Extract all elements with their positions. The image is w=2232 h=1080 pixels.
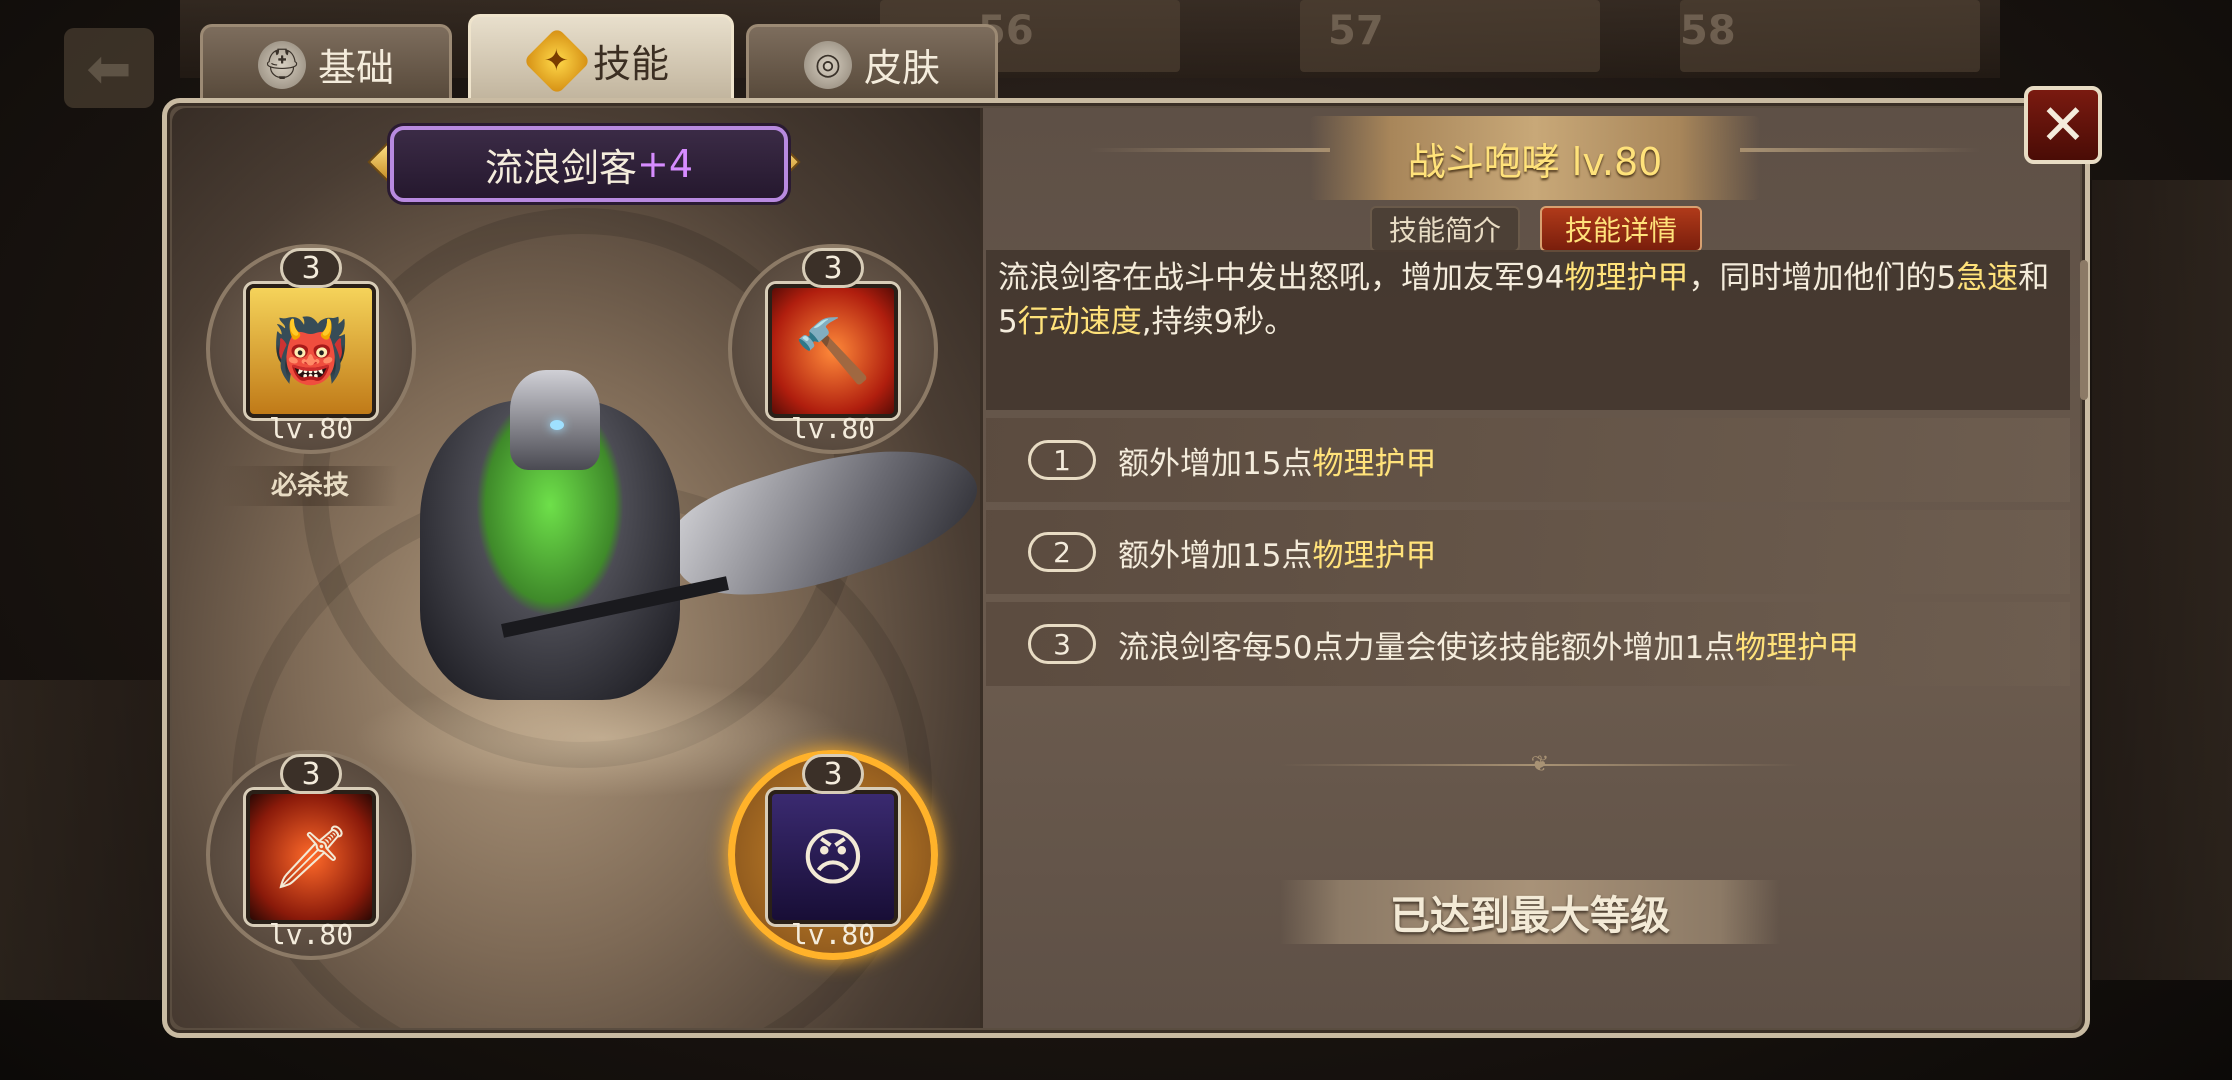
mask-icon: ◎: [803, 40, 852, 89]
ultimate-tag: 必杀技: [222, 466, 398, 506]
tab-skills-label: 技能: [592, 42, 669, 86]
skill-rank-badge: 3: [280, 248, 342, 288]
hero-name-plate: 流浪剑客 +4: [390, 126, 788, 202]
orc-warrior-portrait-icon: 👹: [246, 284, 376, 418]
skill-description: 流浪剑客在战斗中发出怒吼，增加友军94物理护甲，同时增加他们的5急速和5行动速度…: [986, 250, 2070, 410]
upgrade-highlight: 物理护甲: [1735, 629, 1860, 666]
skill-level: lv.80: [268, 412, 354, 445]
upgrade-highlight: 物理护甲: [1312, 445, 1437, 482]
hero-eye: [550, 420, 564, 430]
tab-skills[interactable]: ✦ 技能: [468, 14, 734, 104]
desc-text: ，同时增加他们的5: [1688, 260, 1957, 296]
skill-emblem-icon: ✦: [523, 26, 591, 95]
shouting-warrior-portrait-icon: 😠: [768, 790, 898, 924]
title-flourish: [1090, 148, 1330, 152]
upgrade-highlight: 物理护甲: [1312, 537, 1437, 574]
upgrade-row: 2 额外增加15点 物理护甲: [986, 510, 2070, 594]
skill-title: 战斗咆哮 lv.80: [1310, 116, 1760, 200]
desc-text: 流浪剑客在战斗中发出怒吼，增加友军94: [998, 260, 1565, 296]
background-card-number: 58: [1680, 8, 1736, 54]
upgrade-text: 额外增加15点: [1118, 537, 1313, 574]
tab-skill-detail[interactable]: 技能详情: [1540, 206, 1702, 252]
skill-slot-1[interactable]: 👹 3 lv.80: [206, 244, 416, 454]
skill-level: lv.80: [790, 412, 876, 445]
desc-highlight: 物理护甲: [1564, 260, 1689, 296]
tab-skins-label: 皮肤: [863, 46, 940, 90]
description-scrollbar[interactable]: [2080, 260, 2088, 400]
upgrade-text: 额外增加15点: [1118, 445, 1313, 482]
upgrade-number-badge: 3: [1028, 624, 1096, 664]
skill-slot-3[interactable]: 🗡 3 lv.80: [206, 750, 416, 960]
background-card-number: 57: [1328, 8, 1384, 54]
skill-rank-badge: 3: [802, 248, 864, 288]
skill-rank-badge: 3: [280, 754, 342, 794]
max-level-banner: 已达到最大等级: [1280, 880, 1780, 944]
skill-level: lv.80: [268, 918, 354, 951]
tab-skill-intro[interactable]: 技能简介: [1370, 206, 1520, 252]
skill-slot-4[interactable]: 😠 3 lv.80: [728, 750, 938, 960]
skill-slot-2[interactable]: 🔨 3 lv.80: [728, 244, 938, 454]
back-arrow-icon: ⬅: [64, 28, 154, 108]
desc-text: ,持续9秒。: [1141, 304, 1296, 340]
flame-blade-icon: 🗡: [246, 790, 376, 924]
skill-level: lv.80: [790, 918, 876, 951]
ornament-icon: ❦: [1530, 752, 1550, 777]
helmet-icon: ⛑: [257, 40, 306, 89]
upgrade-number-badge: 2: [1028, 532, 1096, 572]
title-flourish: [1740, 148, 1980, 152]
upgrade-number-badge: 1: [1028, 440, 1096, 480]
close-icon: ✕: [2039, 92, 2087, 158]
background-side-panel: [0, 680, 170, 1000]
desc-highlight: 行动速度: [1017, 304, 1142, 340]
upgrade-row: 3 流浪剑客每50点力量会使该技能额外增加1点 物理护甲: [986, 602, 2070, 686]
desc-highlight: 急速: [1956, 260, 2019, 296]
upgrade-text: 流浪剑客每50点力量会使该技能额外增加1点: [1118, 629, 1736, 666]
hammer-icon: 🔨: [768, 284, 898, 418]
upgrade-row: 1 额外增加15点 物理护甲: [986, 418, 2070, 502]
tab-basic-label: 基础: [317, 46, 394, 90]
tab-skins[interactable]: ◎ 皮肤: [746, 24, 998, 102]
background-side-panel: [2092, 180, 2232, 980]
close-button[interactable]: ✕: [2024, 86, 2102, 164]
hero-plus-level: +4: [636, 142, 694, 186]
tab-basic[interactable]: ⛑ 基础: [200, 24, 452, 102]
skill-rank-badge: 3: [802, 754, 864, 794]
hero-name: 流浪剑客: [484, 145, 637, 190]
